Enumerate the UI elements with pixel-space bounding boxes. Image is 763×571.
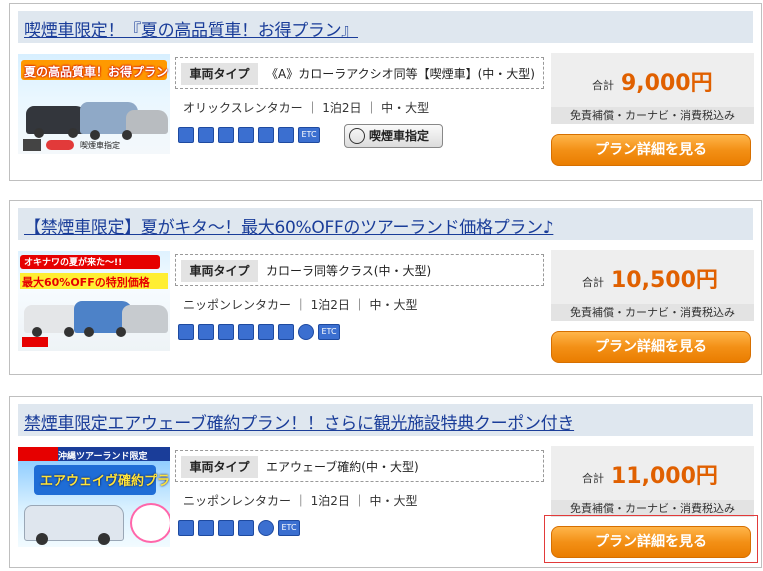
car-wheel <box>34 128 44 138</box>
price-panel: 合計 9,000円 免責補償・カーナビ・消費税込み <box>551 53 754 124</box>
navi-icon <box>178 520 194 536</box>
plan-detail-button[interactable]: プラン詳細を見る <box>551 331 751 363</box>
smoking-icon <box>349 128 365 144</box>
car-wheel <box>36 533 48 545</box>
plan-card: 禁煙車限定エアウェーブ確約プラン！！さらに観光施設特典クーポン付き 沖縄ツアーラ… <box>9 396 762 568</box>
thumbnail-subbanner-text: 最大60%OFFの特別価格 <box>22 276 150 289</box>
plan-title-link[interactable]: 喫煙車限定！『夏の高品質車！お得プラン』 <box>24 16 358 41</box>
price-panel: 合計 10,500円 免責補償・カーナビ・消費税込み <box>551 250 754 321</box>
navi-icon <box>178 324 194 340</box>
total-label: 合計 <box>582 276 604 289</box>
car-wheel <box>116 327 126 337</box>
thumbnail-banner-text: エアウェイヴ確約プラン <box>40 474 170 489</box>
car-wheel <box>84 327 94 337</box>
etc-icon-b <box>198 127 214 143</box>
plan-thumbnail[interactable]: 夏の高品質車！お得プラン 喫煙車指定 <box>18 54 170 154</box>
no-smoking-icon <box>238 324 254 340</box>
car-wheel <box>122 130 132 140</box>
car-wheel <box>32 327 42 337</box>
smoking-car-badge: 喫煙車指定 <box>344 124 443 148</box>
price-note: 免責補償・カーナビ・消費税込み <box>551 304 754 321</box>
vehicle-info-box: 車両タイプ カローラ同等クラス(中・大型) <box>175 254 544 286</box>
rental-icon <box>238 520 254 536</box>
total-label: 合計 <box>592 79 614 92</box>
thumbnail-header-text: 沖縄ツアーランド限定 <box>58 452 148 462</box>
etc-icon: ETC <box>278 520 300 536</box>
price-panel: 合計 11,000円 免責補償・カーナビ・消費税込み <box>551 446 754 517</box>
total-label: 合計 <box>582 472 604 485</box>
plan-title-bar: 禁煙車限定エアウェーブ確約プラン！！さらに観光施設特典クーポン付き <box>18 404 753 436</box>
plan-title-bar: 喫煙車限定！『夏の高品質車！お得プラン』 <box>18 11 753 43</box>
plan-title-link[interactable]: 【禁煙車限定】夏がキタ～！最大60%OFFのツアーランド価格プラン♪ <box>24 213 554 238</box>
thumbnail-banner-text: オキナワの夏が来た～!! <box>24 258 123 268</box>
plan-card: 【禁煙車限定】夏がキタ～！最大60%OFFのツアーランド価格プラン♪ オキナワの… <box>9 200 762 375</box>
child-seat-icon <box>218 324 234 340</box>
rental-icon <box>278 127 294 143</box>
no-smoking-icon <box>238 127 254 143</box>
insurance-icon <box>258 127 274 143</box>
price-value: 11,000円 <box>611 464 718 489</box>
etc-icon: ETC <box>318 324 340 340</box>
no-smoking-icon <box>298 324 314 340</box>
price-value: 9,000円 <box>621 71 713 96</box>
plan-title-bar: 【禁煙車限定】夏がキタ～！最大60%OFFのツアーランド価格プラン♪ <box>18 208 753 240</box>
insurance-icon <box>258 324 274 340</box>
orix-logo-icon <box>23 139 41 151</box>
car-wheel <box>64 327 74 337</box>
vehicle-info-box: 車両タイプ エアウェーブ確約(中・大型) <box>175 450 544 482</box>
price-note: 免責補償・カーナビ・消費税込み <box>551 107 754 124</box>
plan-card: 喫煙車限定！『夏の高品質車！お得プラン』 夏の高品質車！お得プラン 喫煙車指定 … <box>9 3 762 181</box>
car-image <box>126 110 168 134</box>
car-wheel <box>68 128 78 138</box>
smoking-badge-label: 喫煙車指定 <box>369 129 430 143</box>
provider-info: ニッポンレンタカー ｜ 1泊2日 ｜ 中・大型 <box>183 298 418 312</box>
thumbnail-caption: 喫煙車指定 <box>80 141 120 150</box>
vehicle-name: カローラ同等クラス(中・大型) <box>266 264 432 278</box>
plan-thumbnail[interactable]: 沖縄ツアーランド限定 エアウェイヴ確約プラン <box>18 447 170 547</box>
car-wheel <box>90 130 100 140</box>
child-seat-icon <box>218 520 234 536</box>
etc-icon-b <box>198 324 214 340</box>
vehicle-name: 《A》カローラアクシオ同等【喫煙車】(中・大型) <box>266 67 535 81</box>
plan-detail-button[interactable]: プラン詳細を見る <box>551 526 751 558</box>
vehicle-type-label: 車両タイプ <box>181 260 258 282</box>
nippon-logo-icon <box>18 447 58 461</box>
car-image <box>122 305 168 333</box>
plan-title-link[interactable]: 禁煙車限定エアウェーブ確約プラン！！さらに観光施設特典クーポン付き <box>24 409 574 434</box>
plan-detail-button[interactable]: プラン詳細を見る <box>551 134 751 166</box>
etc-icon: ETC <box>298 127 320 143</box>
vehicle-info-box: 車両タイプ 《A》カローラアクシオ同等【喫煙車】(中・大型) <box>175 57 544 89</box>
nippon-logo-icon <box>22 337 48 347</box>
vehicle-type-label: 車両タイプ <box>181 456 258 478</box>
vehicle-type-label: 車両タイプ <box>181 63 258 85</box>
car-wheel <box>98 533 110 545</box>
coupon-bubble-icon <box>130 503 170 543</box>
plan-thumbnail[interactable]: オキナワの夏が来た～!! 最大60%OFFの特別価格 <box>18 251 170 351</box>
navi-icon <box>178 127 194 143</box>
badge-icon <box>46 140 74 150</box>
etc-icon-b <box>198 520 214 536</box>
vehicle-name: エアウェーブ確約(中・大型) <box>266 460 419 474</box>
provider-info: ニッポンレンタカー ｜ 1泊2日 ｜ 中・大型 <box>183 494 418 508</box>
child-seat-icon <box>218 127 234 143</box>
provider-info: オリックスレンタカー ｜ 1泊2日 ｜ 中・大型 <box>183 101 430 115</box>
thumbnail-banner-text: 夏の高品質車！お得プラン <box>24 65 169 79</box>
no-smoking-icon <box>258 520 274 536</box>
price-value: 10,500円 <box>611 268 718 293</box>
rental-icon <box>278 324 294 340</box>
